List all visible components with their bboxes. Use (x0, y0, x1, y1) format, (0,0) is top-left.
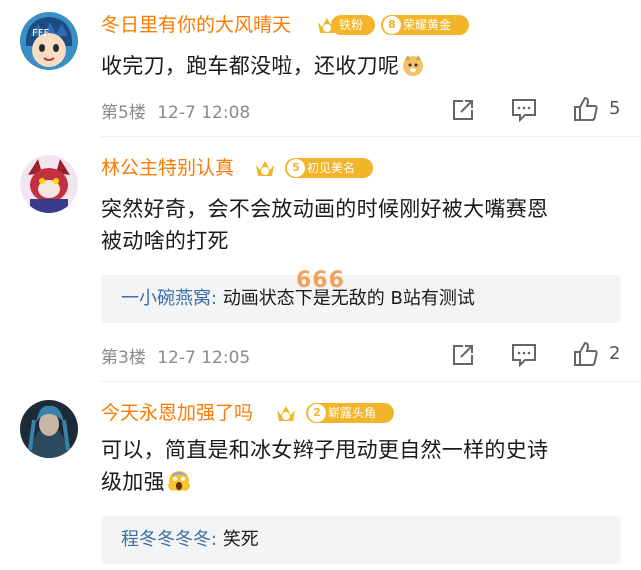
fan-badge-label: 铁粉 (339, 18, 364, 32)
doge-emoji-icon (403, 55, 424, 76)
username[interactable]: 冬日里有你的大风晴天 (101, 12, 291, 38)
scream-emoji-icon (167, 471, 190, 491)
avatar[interactable]: FFF (20, 12, 78, 70)
reply-preview[interactable]: 程冬冬冬冬: 笑死 (101, 516, 621, 564)
reply-text: 动画状态下是无敌的 B站有测试 (222, 288, 475, 309)
username[interactable]: 今天永恩加强了吗 (101, 400, 253, 426)
thumbs-up-icon (574, 341, 598, 366)
reply-text: 笑死 (222, 529, 259, 550)
comment-text-line2: 级加强 (101, 470, 165, 494)
comment-meta: 第3楼 12-7 12:05 (101, 343, 250, 368)
comment-text-line1: 突然好奇，会不会放动画的时候刚好被大嘴赛恩 (101, 197, 549, 221)
comment-icon (512, 344, 536, 367)
overlay-text: 666 (296, 268, 345, 293)
comment-meta: 第5楼 12-7 12:08 (101, 98, 250, 123)
reply-button[interactable] (511, 343, 537, 367)
share-button[interactable] (451, 98, 475, 122)
avatar[interactable] (20, 400, 78, 458)
share-button[interactable] (451, 343, 475, 367)
comment-icon (512, 99, 536, 122)
floor-number: 第5楼 (101, 103, 146, 123)
reply-button[interactable] (511, 98, 537, 122)
comment-text-content: 收完刀，跑车都没啦，还收刀呢 (101, 54, 400, 78)
comment-text: 收完刀，跑车都没啦，还收刀呢 (101, 50, 621, 82)
like-count: 5 (609, 98, 621, 119)
level-badge-number: 2 (308, 404, 326, 422)
level-badge: 2 崭露头角 (306, 403, 394, 423)
like-button[interactable] (573, 341, 599, 367)
share-icon (453, 100, 473, 120)
level-badge-number: 5 (287, 159, 305, 177)
divider (101, 381, 641, 382)
comment-text-line2-wrap: 级加强 (101, 466, 621, 498)
comment-1: FFF 冬日里有你的大风晴天 铁粉 8 荣耀黄金 收完刀，跑车都没啦，还收刀呢 … (0, 12, 641, 134)
reply-author[interactable]: 程冬冬冬冬: (121, 529, 217, 550)
thumbs-up-icon (574, 96, 598, 121)
divider (101, 136, 641, 137)
username[interactable]: 林公主特别认真 (101, 155, 234, 181)
svg-text:FFF: FFF (32, 28, 50, 39)
like-count: 2 (609, 343, 621, 364)
reply-author[interactable]: 一小碗燕窝: (121, 288, 217, 309)
floor-number: 第3楼 (101, 348, 146, 368)
level-badge-label: 崭露头角 (328, 406, 377, 420)
comment-time: 12-7 12:05 (157, 348, 251, 368)
comment-text: 可以，简直是和冰女辫子甩动更自然一样的史诗 级加强 (101, 434, 621, 498)
level-badge-number: 8 (383, 16, 401, 34)
like-button[interactable] (573, 96, 599, 122)
avatar[interactable] (20, 155, 78, 213)
comment-text: 突然好奇，会不会放动画的时候刚好被大嘴赛恩 被动啥的打死 (101, 193, 621, 257)
level-badge: 5 初见美名 (285, 158, 373, 178)
share-icon (453, 345, 473, 365)
level-badge-label: 荣耀黄金 (403, 18, 452, 32)
comment-text-line2: 被动啥的打死 (101, 229, 229, 253)
comment-text-line1: 可以，简直是和冰女辫子甩动更自然一样的史诗 (101, 438, 549, 462)
reply-preview[interactable]: 一小碗燕窝: 动画状态下是无敌的 B站有测试 (101, 275, 621, 323)
level-badge: 8 荣耀黄金 (381, 15, 469, 35)
comment-3: 今天永恩加强了吗 2 崭露头角 可以，简直是和冰女辫子甩动更自然一样的史诗 级加… (0, 400, 641, 570)
comment-2: 林公主特别认真 5 初见美名 突然好奇，会不会放动画的时候刚好被大嘴赛恩 被动啥… (0, 155, 641, 375)
crown-icon (256, 161, 274, 176)
crown-icon (277, 406, 295, 421)
level-badge-label: 初见美名 (307, 161, 356, 175)
fan-badge: 铁粉 (331, 15, 375, 35)
comment-time: 12-7 12:08 (157, 103, 251, 123)
